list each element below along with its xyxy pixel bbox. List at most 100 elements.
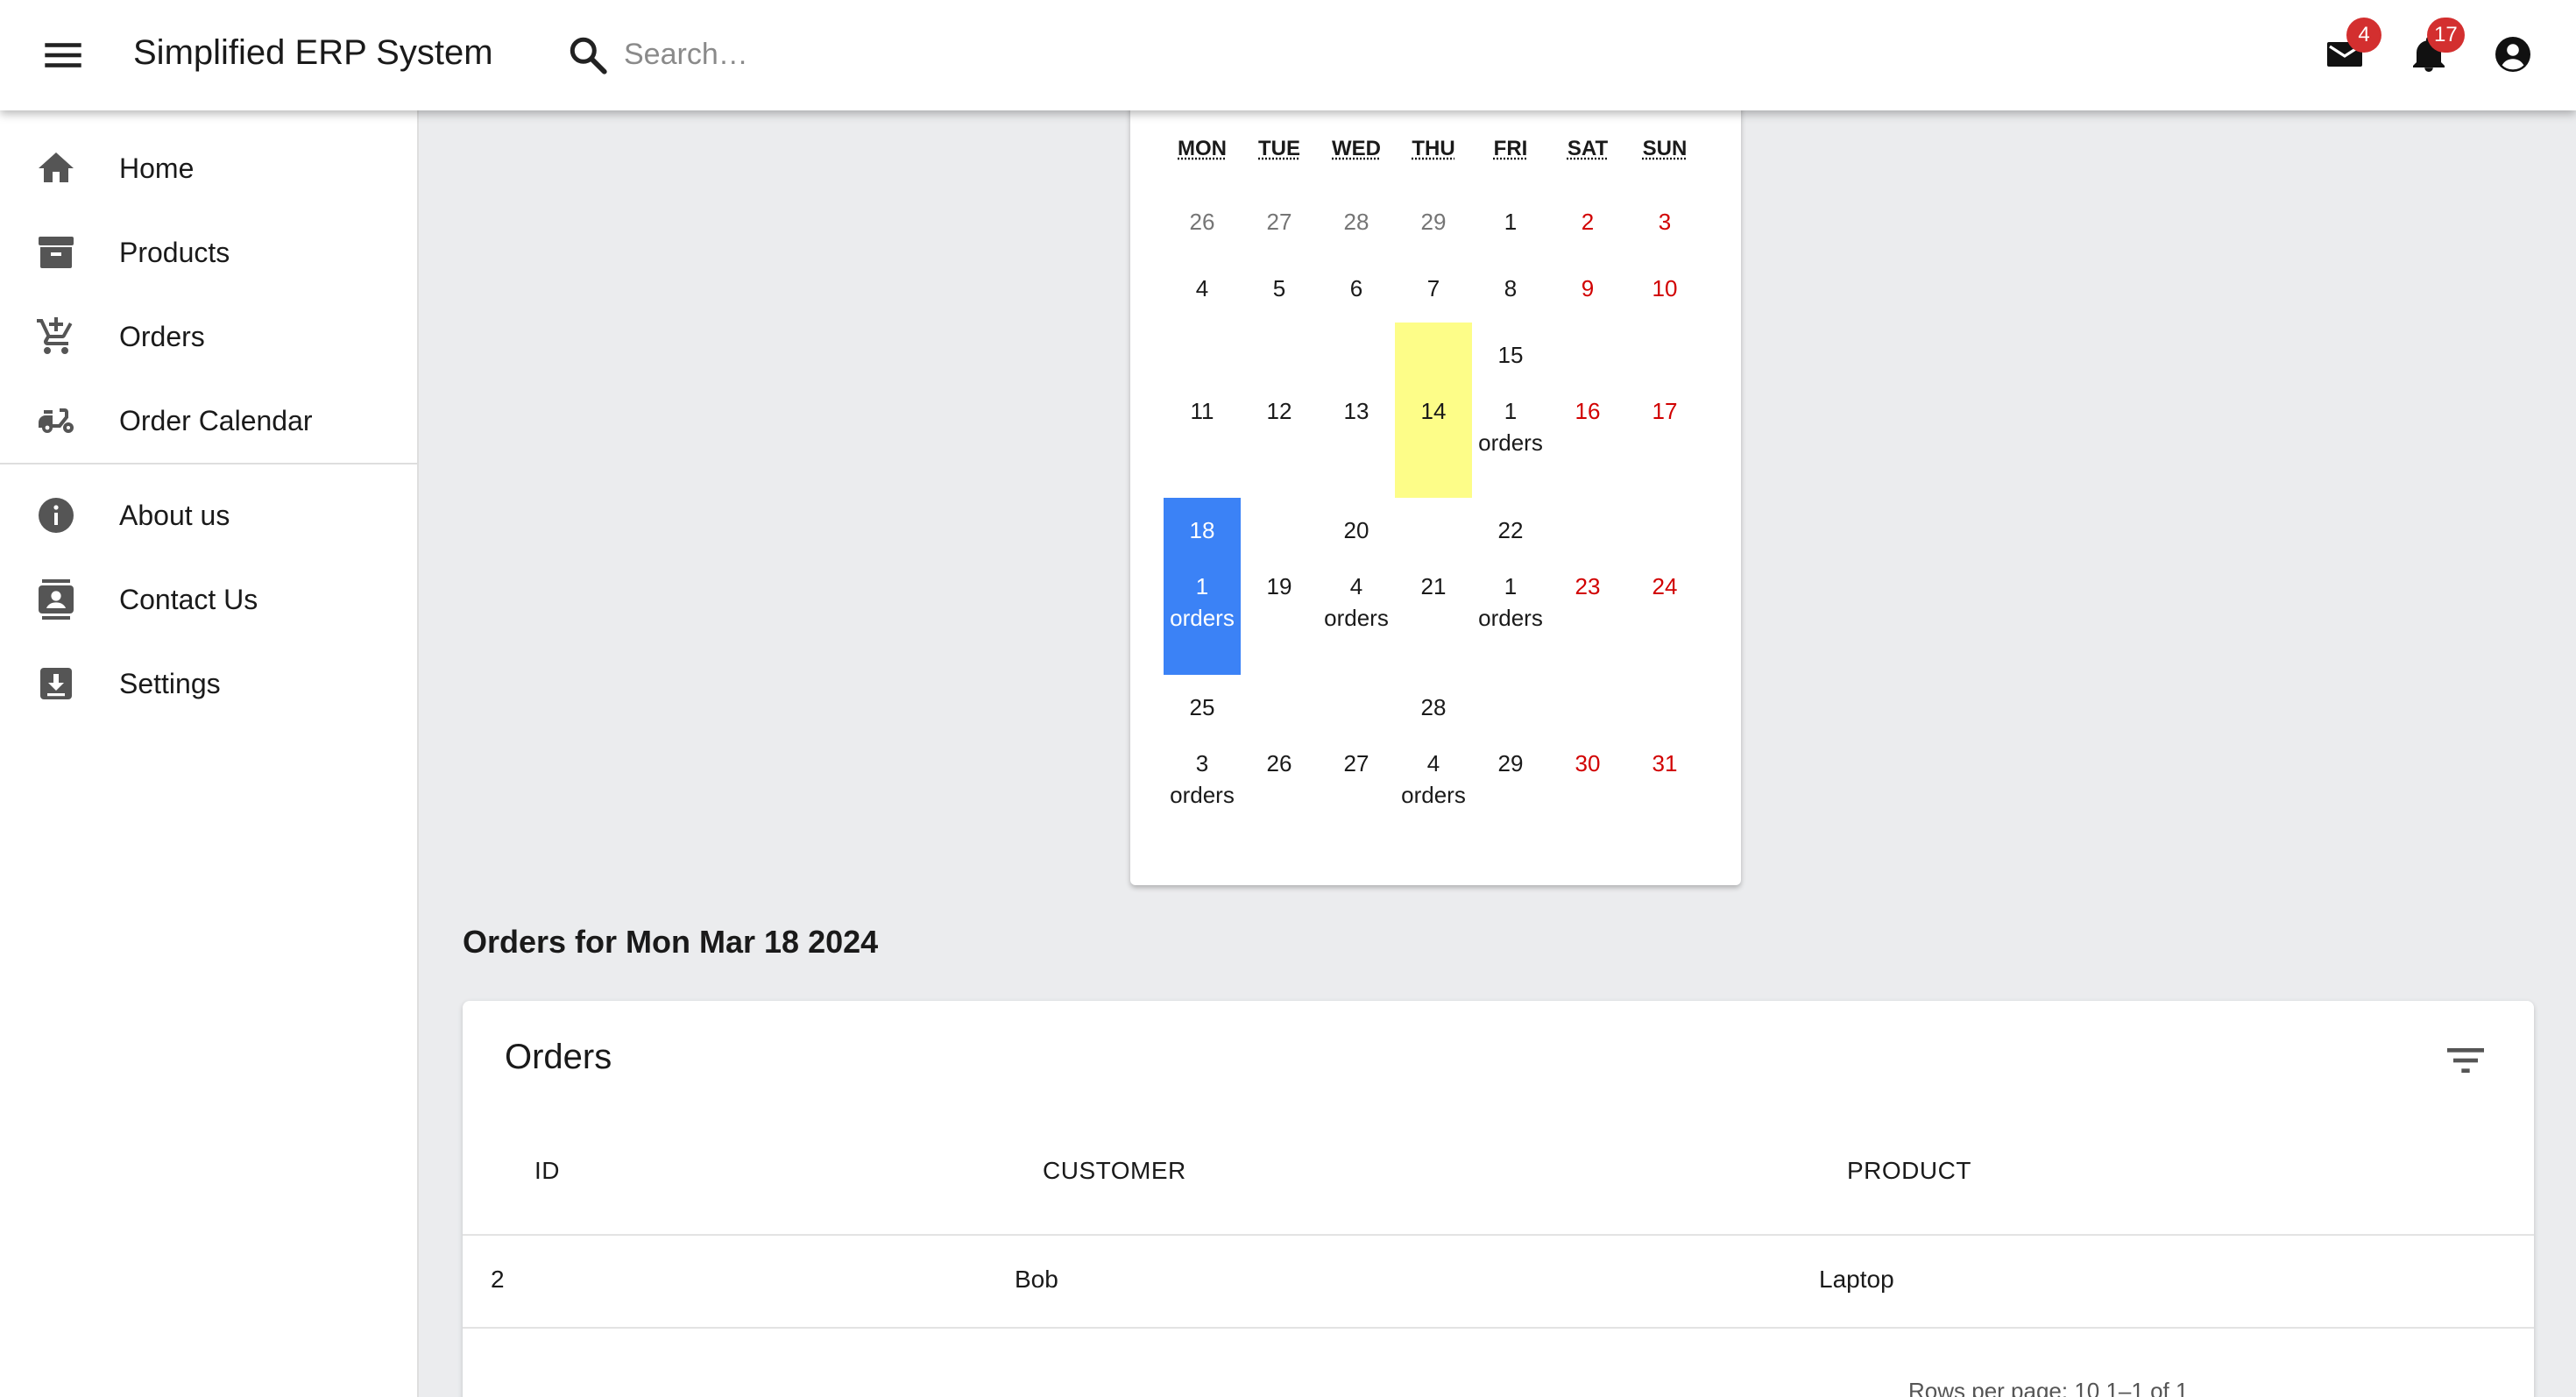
day-number: 11 xyxy=(1164,398,1241,425)
column-header-customer[interactable]: CUSTOMER xyxy=(1043,1157,1186,1185)
day-number: 13 xyxy=(1318,398,1395,425)
calendar-day[interactable]: 28 4 orders xyxy=(1395,675,1472,841)
cell-customer: Bob xyxy=(1015,1266,1058,1294)
calendar-day[interactable]: 28 xyxy=(1318,189,1395,256)
account-button[interactable] xyxy=(2485,26,2541,82)
column-header-id[interactable]: ID xyxy=(534,1157,560,1185)
calendar-day[interactable]: 25 3 orders xyxy=(1164,675,1241,841)
calendar-day[interactable]: 29 xyxy=(1472,675,1549,841)
day-number: 28 xyxy=(1395,694,1472,721)
search-icon xyxy=(566,33,610,77)
day-number: 10 xyxy=(1626,275,1703,302)
filter-button[interactable] xyxy=(2441,1036,2490,1085)
orders-label: orders xyxy=(1395,782,1472,809)
calendar-day[interactable]: 29 xyxy=(1395,189,1472,256)
mail-badge: 4 xyxy=(2346,18,2381,53)
calendar-day[interactable]: 15 1 orders xyxy=(1472,323,1549,498)
menu-icon xyxy=(39,35,88,75)
calendar-day[interactable]: 10 xyxy=(1626,256,1703,323)
calendar-day[interactable]: 9 xyxy=(1549,256,1626,323)
delivery-scooter-icon xyxy=(35,400,77,442)
day-number: 23 xyxy=(1549,573,1626,600)
sidebar-item-home[interactable]: Home xyxy=(0,126,417,210)
search-input[interactable] xyxy=(624,30,1079,79)
archive-box-icon xyxy=(35,231,77,273)
day-number: 7 xyxy=(1395,275,1472,302)
sidebar-item-label: Order Calendar xyxy=(119,405,313,437)
calendar-day[interactable]: 23 xyxy=(1549,498,1626,675)
calendar-day[interactable]: 31 xyxy=(1626,675,1703,841)
calendar-day[interactable]: 2 xyxy=(1549,189,1626,256)
orders-table-card: Orders ID CUSTOMER PRODUCT 2 Bob Laptop … xyxy=(463,1001,2534,1397)
weekday-header: THU xyxy=(1395,137,1472,161)
orders-label: orders xyxy=(1164,605,1241,632)
sidebar-item-order-calendar[interactable]: Order Calendar xyxy=(0,379,417,463)
sidebar: Home Products Orders Order Calendar Abou… xyxy=(0,110,419,1397)
calendar-day[interactable]: 24 xyxy=(1626,498,1703,675)
sidebar-item-label: Contact Us xyxy=(119,584,258,616)
day-number: 3 xyxy=(1626,209,1703,236)
calendar-day[interactable]: 19 xyxy=(1241,498,1318,675)
calendar-day[interactable]: 26 xyxy=(1164,189,1241,256)
orders-table-title: Orders xyxy=(505,1038,612,1077)
menu-button[interactable] xyxy=(39,35,88,75)
order-calendar: MON TUE WED THU FRI SAT SUN 26 27 28 29 1 2 3 4 5 6 7 8 9 10… xyxy=(1130,88,1741,885)
sidebar-item-settings[interactable]: Settings xyxy=(0,642,417,726)
calendar-day[interactable]: 7 xyxy=(1395,256,1472,323)
day-number: 30 xyxy=(1549,750,1626,777)
calendar-day[interactable]: 30 xyxy=(1549,675,1626,841)
calendar-day[interactable]: 17 xyxy=(1626,323,1703,498)
calendar-day[interactable]: 27 xyxy=(1318,675,1395,841)
sidebar-item-orders[interactable]: Orders xyxy=(0,294,417,379)
download-box-icon xyxy=(35,663,77,705)
sidebar-item-label: Settings xyxy=(119,668,221,700)
calendar-day[interactable]: 21 xyxy=(1395,498,1472,675)
column-header-product[interactable]: PRODUCT xyxy=(1847,1157,1971,1185)
contact-card-icon xyxy=(35,578,77,620)
sidebar-item-products[interactable]: Products xyxy=(0,210,417,294)
account-circle-icon xyxy=(2492,33,2534,75)
calendar-day[interactable]: 26 xyxy=(1241,675,1318,841)
sidebar-divider xyxy=(0,463,417,464)
order-count: 3 xyxy=(1164,750,1241,777)
day-number: 31 xyxy=(1626,750,1703,777)
calendar-day[interactable]: 22 1 orders xyxy=(1472,498,1549,675)
app-title: Simplified ERP System xyxy=(133,33,493,73)
sidebar-item-contact-us[interactable]: Contact Us xyxy=(0,557,417,642)
weekday-header: SAT xyxy=(1549,137,1626,161)
header-divider xyxy=(463,1234,2534,1236)
day-number: 15 xyxy=(1472,342,1549,369)
sidebar-item-label: Products xyxy=(119,237,230,269)
app-bar: Simplified ERP System 4 17 xyxy=(0,0,2576,110)
orders-label: orders xyxy=(1472,429,1549,457)
calendar-day[interactable]: 1 xyxy=(1472,189,1549,256)
cell-product: Laptop xyxy=(1819,1266,1894,1294)
calendar-day[interactable]: 8 xyxy=(1472,256,1549,323)
day-number: 18 xyxy=(1164,517,1241,544)
home-icon xyxy=(35,147,77,189)
calendar-day[interactable]: 5 xyxy=(1241,256,1318,323)
calendar-day[interactable]: 27 xyxy=(1241,189,1318,256)
calendar-day[interactable]: 18 1 orders xyxy=(1164,498,1241,675)
sidebar-item-about-us[interactable]: About us xyxy=(0,473,417,557)
calendar-day[interactable]: 20 4 orders xyxy=(1318,498,1395,675)
calendar-day[interactable]: 16 xyxy=(1549,323,1626,498)
order-count: 1 xyxy=(1472,398,1549,425)
orders-label: orders xyxy=(1164,782,1241,809)
day-number: 8 xyxy=(1472,275,1549,302)
sidebar-item-label: About us xyxy=(119,500,230,532)
calendar-day[interactable]: 14 xyxy=(1395,323,1472,498)
calendar-day[interactable]: 11 xyxy=(1164,323,1241,498)
weekday-header: FRI xyxy=(1472,137,1549,161)
calendar-day[interactable]: 12 xyxy=(1241,323,1318,498)
calendar-day[interactable]: 13 xyxy=(1318,323,1395,498)
calendar-day[interactable]: 4 xyxy=(1164,256,1241,323)
calendar-day[interactable]: 3 xyxy=(1626,189,1703,256)
weekday-header: TUE xyxy=(1241,137,1318,161)
day-number: 5 xyxy=(1241,275,1318,302)
day-number: 27 xyxy=(1318,750,1395,777)
day-number: 1 xyxy=(1472,209,1549,236)
day-number: 9 xyxy=(1549,275,1626,302)
calendar-day[interactable]: 6 xyxy=(1318,256,1395,323)
day-number: 2 xyxy=(1549,209,1626,236)
